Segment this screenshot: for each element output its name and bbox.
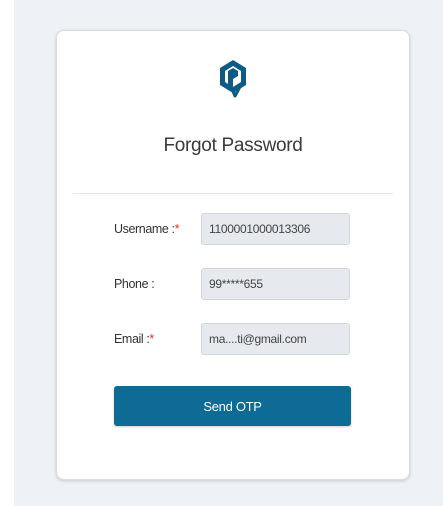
email-input[interactable] — [201, 323, 350, 355]
phone-input[interactable] — [201, 268, 350, 300]
page-title: Forgot Password — [163, 135, 303, 156]
email-row: Email :* — [114, 323, 354, 355]
required-mark: * — [149, 332, 154, 346]
phone-row: Phone : — [114, 268, 354, 300]
required-mark: * — [174, 222, 180, 236]
username-row: Username :* — [114, 213, 354, 245]
username-label: Username :* — [114, 222, 180, 236]
logo-icon — [220, 60, 246, 98]
email-label: Email :* — [114, 332, 154, 346]
send-otp-button[interactable]: Send OTP — [114, 386, 351, 426]
phone-label: Phone : — [114, 277, 155, 291]
header-divider — [73, 193, 393, 194]
username-input[interactable] — [201, 213, 350, 245]
forgot-password-card: Forgot Password Username :* Phone : Emai… — [56, 30, 410, 480]
